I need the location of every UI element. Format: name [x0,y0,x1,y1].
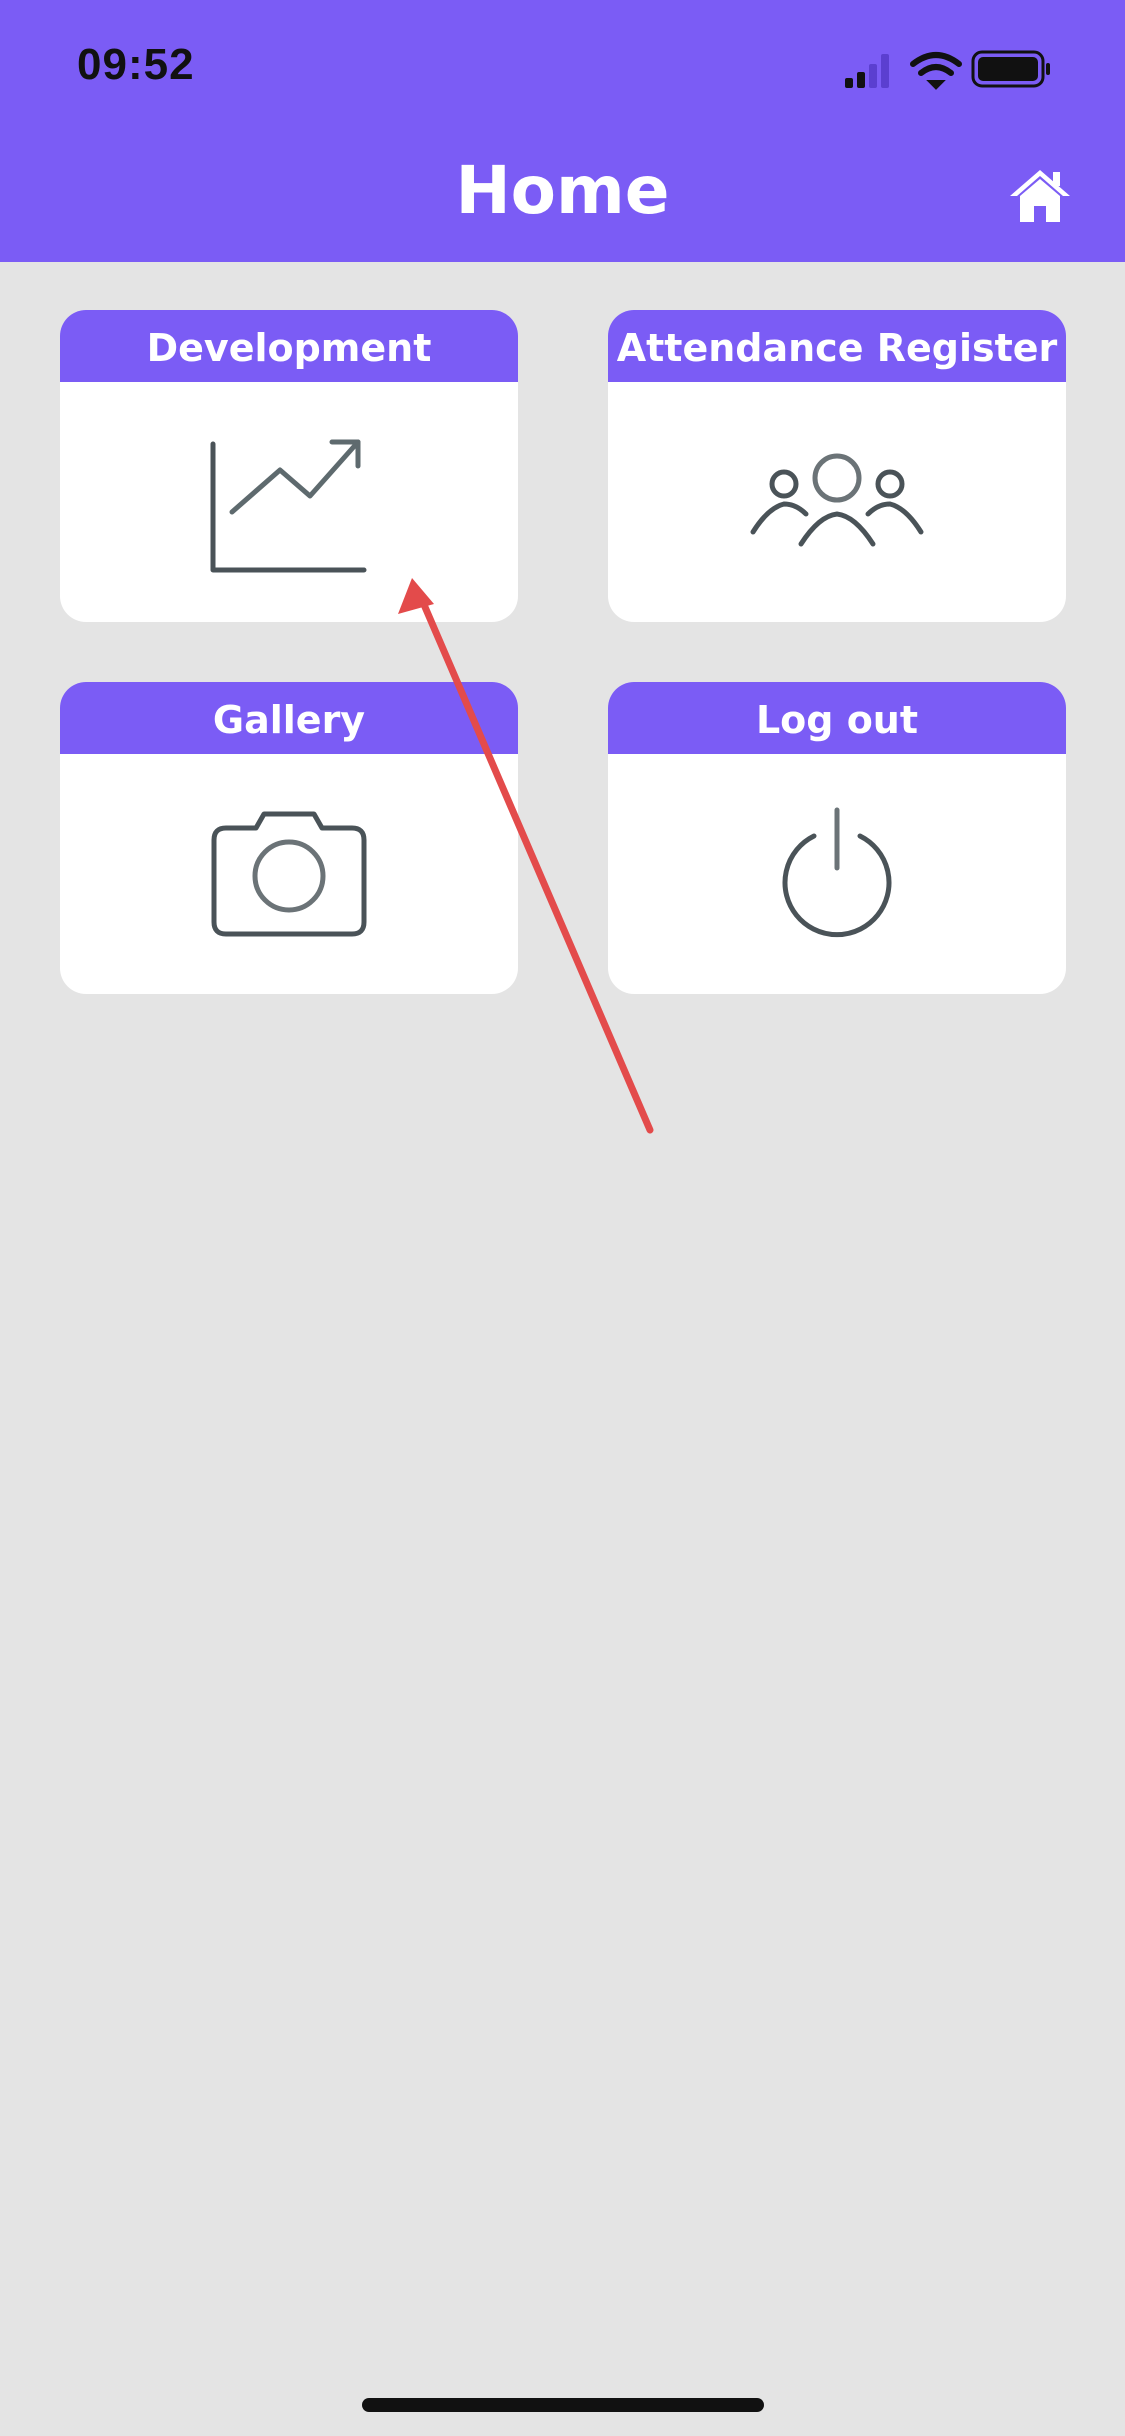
tile-title: Development [60,310,518,382]
home-indicator[interactable] [362,2398,764,2412]
tile-body [608,754,1066,994]
gallery-tile[interactable]: Gallery [60,682,518,994]
attendance-register-tile[interactable]: Attendance Register [608,310,1066,622]
page-title: Home [455,152,670,229]
tile-body [60,754,518,994]
tile-body [60,382,518,622]
wifi-icon [910,52,962,90]
tile-title: Gallery [60,682,518,754]
tile-title: Attendance Register [608,310,1066,382]
development-tile[interactable]: Development [60,310,518,622]
home-icon [1010,170,1070,222]
tile-body [608,382,1066,622]
status-icons [845,50,1050,90]
status-time: 09:52 [77,40,195,89]
log-out-tile[interactable]: Log out [608,682,1066,994]
battery-icon [971,50,1050,88]
home-button[interactable] [1008,166,1072,224]
app-header: 09:52 Home [0,0,1125,262]
camera-icon [211,811,367,937]
tile-title: Log out [608,682,1066,754]
trending-chart-icon [210,439,367,573]
people-group-icon [750,453,924,547]
power-icon [782,807,892,938]
cellular-signal-icon [845,54,889,88]
